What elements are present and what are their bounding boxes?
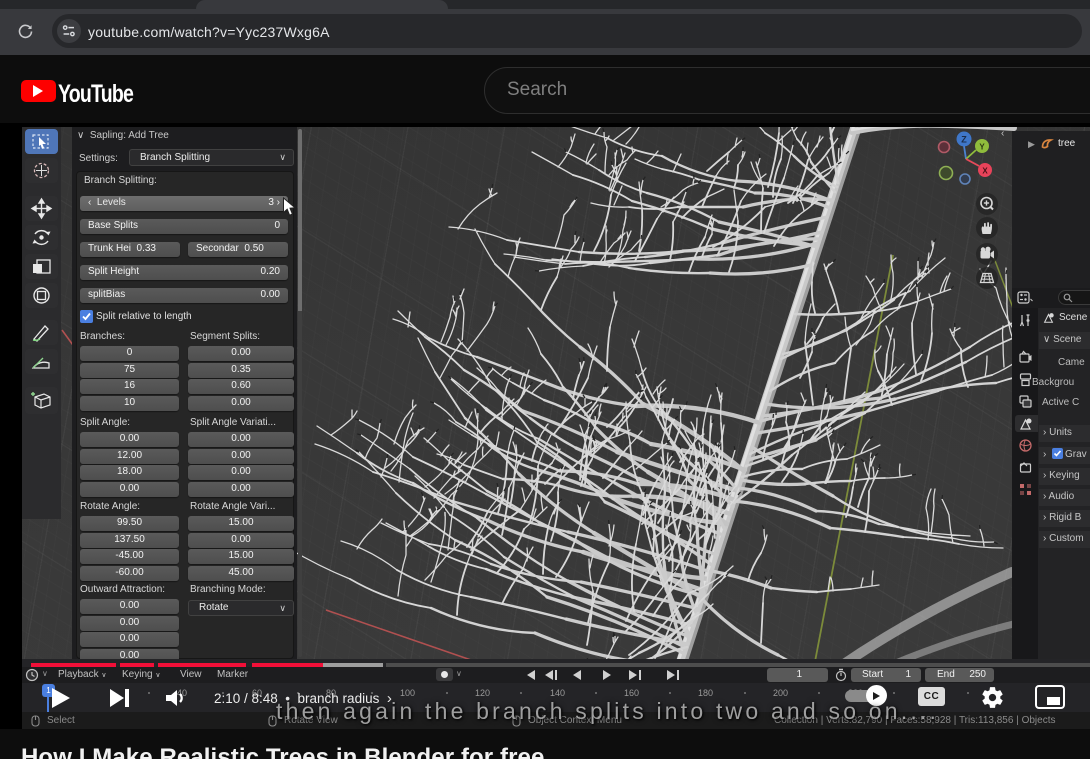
svg-text:X: X — [982, 167, 988, 176]
svg-text:‹: ‹ — [1001, 128, 1004, 139]
svg-text:Z: Z — [961, 135, 967, 145]
svg-text:Y: Y — [979, 143, 985, 152]
